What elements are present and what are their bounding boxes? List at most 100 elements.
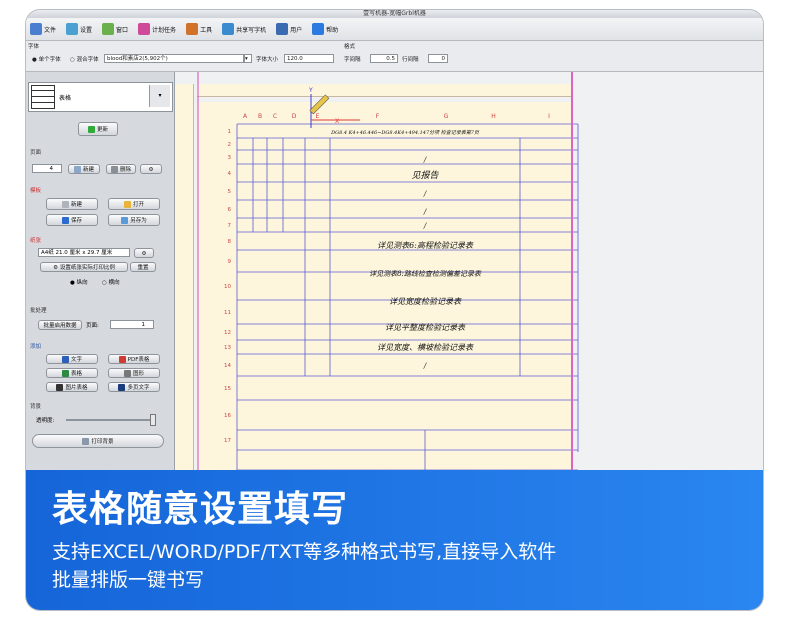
template-name: 表格 [59, 95, 72, 102]
cell-text: 详见测表8:路线检查检测偏差记录表 [369, 270, 482, 278]
line-spacing-input[interactable]: 0 [428, 54, 448, 63]
banner-subtitle: 支持EXCEL/WORD/PDF/TXT等多种格式书写,直接导入软件 批量排版一… [52, 538, 742, 594]
menu-item-0[interactable]: 文件 [30, 23, 56, 35]
mixed-font-radio[interactable]: ○ 混合字体 [70, 55, 99, 63]
template-section-label: 模板 [30, 188, 42, 194]
template-open-button[interactable]: 打开 [108, 198, 160, 210]
page-field-input[interactable]: 1 [110, 320, 154, 329]
delete-icon [110, 166, 118, 173]
update-button[interactable]: 更新 [78, 122, 118, 136]
add-text-button[interactable]: 文字 [46, 354, 98, 364]
batch-section-label: 批处理 [30, 308, 47, 314]
menu-label: 用户 [290, 26, 303, 34]
window-title: 壹写机器-宽幅Grbl机器 [26, 10, 763, 18]
row-number: 11 [224, 310, 231, 316]
template-new-button[interactable]: 新建 [46, 198, 98, 210]
font-toolbar: 字体 ● 单个字体 ○ 混合字体 blood和素店2(5,902个) ▾ 字体大… [26, 41, 763, 72]
add-pdf-button[interactable]: PDF表格 [108, 354, 160, 364]
portrait-radio[interactable]: ● 纵向 [70, 278, 88, 286]
column-header: D [292, 113, 297, 120]
menu-item-2[interactable]: 窗口 [102, 23, 128, 35]
cell-text: / [423, 222, 427, 230]
menu-item-1[interactable]: 设置 [66, 23, 92, 35]
paper-select[interactable]: A4纸 21.0 厘米 x 29.7 厘米 [38, 248, 130, 257]
reset-paper-button[interactable]: 重置 [130, 262, 156, 272]
new-page-button[interactable]: 新建 [68, 164, 100, 174]
char-spacing-label: 字间隔 [344, 57, 361, 63]
banner-line-2: 批量排版一键书写 [52, 569, 205, 591]
paper-section-label: 纸张 [30, 238, 42, 244]
menu-bar: 文件 设置 窗口 计划任务 工具 共享写字机 用户 帮助 [26, 18, 763, 41]
column-header: G [444, 113, 449, 120]
row-number: 5 [228, 189, 232, 195]
page-number-input[interactable]: 4 [32, 164, 62, 173]
menu-label: 工具 [200, 26, 213, 34]
folder-icon [123, 201, 131, 208]
row-number: 16 [224, 413, 231, 419]
menu-item-4[interactable]: 工具 [186, 23, 212, 35]
user-icon [276, 23, 289, 35]
row-number: 2 [228, 142, 232, 148]
column-header: F [376, 113, 380, 120]
page-icon [61, 201, 69, 208]
template-save-button[interactable]: 保存 [46, 214, 98, 226]
add-image-table-button[interactable]: 图片表格 [46, 382, 98, 392]
cell-text: / [423, 156, 427, 164]
column-header: A [243, 113, 248, 120]
camera-icon [56, 384, 64, 391]
chevron-down-icon[interactable]: ▾ [244, 54, 252, 63]
font-size-input[interactable]: 120.0 [284, 54, 334, 63]
cell-text: / [423, 190, 427, 198]
slider-handle[interactable] [150, 414, 156, 426]
single-font-radio[interactable]: ● 单个字体 [32, 55, 61, 63]
banner-title: 表格随意设置填写 [52, 489, 349, 530]
transparency-slider[interactable] [66, 419, 154, 421]
save-icon [61, 217, 69, 224]
row-number: 12 [224, 330, 231, 336]
menu-label: 文件 [44, 26, 57, 34]
menu-item-5[interactable]: 共享写字机 [222, 23, 266, 35]
page-icon [73, 166, 81, 173]
menu-item-6[interactable]: 用户 [276, 23, 302, 35]
cell-text: / [423, 362, 427, 370]
gear-icon: ⚙ [53, 265, 59, 271]
paper-settings-button[interactable]: ⚙ [134, 248, 154, 258]
cell-text: 详见宽度检验记录表 [389, 297, 462, 306]
image-icon [123, 370, 131, 377]
word-icon [61, 356, 69, 363]
file-icon [30, 23, 42, 35]
menu-label: 共享写字机 [236, 26, 267, 34]
row-number: 14 [224, 363, 231, 369]
chevron-down-icon[interactable]: ▾ [149, 85, 170, 107]
add-image-button[interactable]: 图形 [108, 368, 160, 378]
page-settings-button[interactable]: ⚙ [140, 164, 162, 174]
cell-text: / [423, 208, 427, 216]
multipage-icon [118, 384, 126, 391]
add-multipage-button[interactable]: 多页文字 [108, 382, 160, 392]
delete-page-button[interactable]: 删除 [106, 164, 136, 174]
gear-icon: ⚙ [148, 167, 154, 173]
menu-item-3[interactable]: 计划任务 [138, 23, 176, 35]
form-grid[interactable]: A B C D E F G H I1234567891011121314151617YXDG8.… [175, 72, 763, 472]
add-table-button[interactable]: 表格 [46, 368, 98, 378]
row-number: 6 [228, 207, 232, 213]
share-icon [222, 23, 235, 35]
template-selector[interactable]: 表格 ▾ [28, 82, 173, 112]
pen-icon [309, 94, 330, 115]
print-background-button[interactable]: 打印背景 [32, 434, 164, 448]
pen-icon [186, 23, 199, 35]
row-number: 10 [224, 284, 231, 290]
menu-item-7[interactable]: 帮助 [312, 23, 338, 35]
gear-icon [66, 23, 79, 35]
batch-data-button[interactable]: 批量启用数据 [38, 320, 82, 330]
landscape-radio[interactable]: ○ 横向 [102, 278, 120, 286]
cell-text: 详见宽度、横坡检验记录表 [377, 343, 474, 352]
menu-label: 设置 [80, 26, 93, 34]
char-spacing-input[interactable]: 0.5 [370, 54, 398, 63]
editor-canvas[interactable]: A B C D E F G H I 1 2 3 4 5 6 7 8 9 10 11 12 13 14 15 16 17 Y X DG8.… [175, 72, 763, 472]
font-select[interactable]: blood和素店2(5,902个) [104, 54, 244, 63]
template-saveas-button[interactable]: 另存为 [108, 214, 160, 226]
column-header: B [258, 113, 262, 120]
row-number: 3 [228, 155, 232, 161]
set-paper-scale-button[interactable]: ⚙ 设置纸张实际打印比例 [40, 262, 128, 272]
